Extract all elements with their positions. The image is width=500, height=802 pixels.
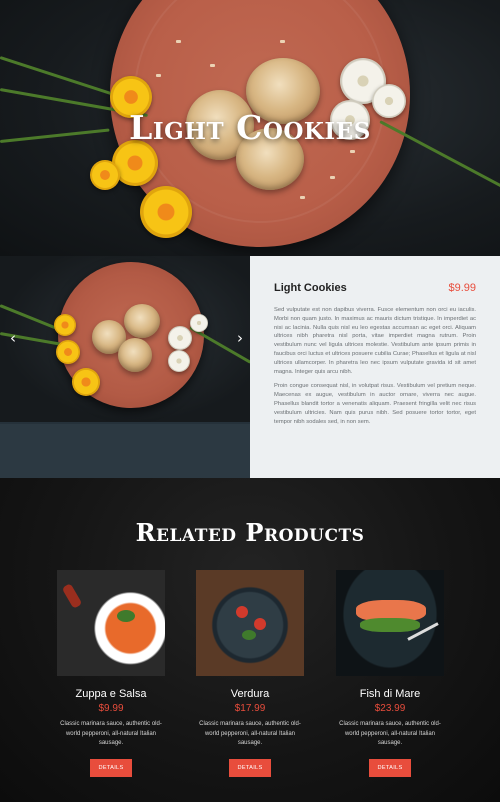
details-button[interactable]: DETAILS [229, 758, 271, 777]
crumb [280, 40, 285, 43]
product-image-fish[interactable] [336, 570, 444, 676]
crumb [176, 40, 181, 43]
hero-title: Light Cookies [129, 108, 371, 147]
details-button[interactable]: DETAILS [90, 758, 132, 777]
product-card-price: $23.99 [374, 703, 406, 714]
product-card: Verdura $17.99 Classic marinara sauce, a… [196, 570, 304, 777]
product-card: Zuppa e Salsa $9.99 Classic marinara sau… [57, 570, 165, 777]
cookie-image [124, 304, 160, 338]
product-card-name[interactable]: Verdura [196, 688, 304, 700]
white-flower [168, 350, 190, 372]
product-card-description: Classic marinara sauce, authentic old-wo… [339, 721, 441, 746]
product-card-description: Classic marinara sauce, authentic old-wo… [60, 721, 162, 746]
product-card-description: Classic marinara sauce, authentic old-wo… [199, 721, 301, 746]
product-image-salad[interactable] [196, 570, 304, 676]
product-card: Fish di Mare $23.99 Classic marinara sau… [336, 570, 444, 777]
product-card-price: $17.99 [234, 703, 266, 714]
product-card-price: $9.99 [98, 703, 124, 714]
product-info: Light Cookies $9.99 Sed vulputate est no… [250, 256, 500, 478]
white-flower [168, 326, 192, 350]
product-price: $9.99 [448, 282, 476, 294]
hero-banner: Light Cookies [0, 0, 500, 256]
product-name: Light Cookies [274, 282, 347, 294]
product-card-name[interactable]: Fish di Mare [336, 688, 444, 700]
prev-slide-arrow-icon[interactable]: ‹ [5, 328, 21, 348]
product-description: Proin congue consequat nisl, in volutpat… [274, 383, 476, 425]
gallery-band [0, 422, 250, 478]
product-gallery: ‹ › [0, 256, 250, 478]
product-photo [0, 256, 250, 422]
details-button[interactable]: DETAILS [369, 758, 411, 777]
crumb [300, 196, 305, 199]
related-products-title: Related Products [135, 518, 365, 547]
divider [0, 422, 250, 424]
crumb [330, 176, 335, 179]
daffodil-flower [72, 368, 100, 396]
crumb [156, 74, 161, 77]
daffodil-flower [140, 186, 192, 238]
daffodil-flower [56, 340, 80, 364]
product-card-name[interactable]: Zuppa e Salsa [57, 688, 165, 700]
crumb [210, 64, 215, 67]
daffodil-flower [54, 314, 76, 336]
white-flower [190, 314, 208, 332]
product-description: Sed vulputate est non dapibus viverra. F… [274, 307, 476, 375]
cookie-image [118, 338, 152, 372]
crumb [350, 150, 355, 153]
product-image-soup[interactable] [57, 570, 165, 676]
next-slide-arrow-icon[interactable]: › [232, 328, 248, 348]
product-header: Light Cookies $9.99 [274, 282, 476, 294]
related-products-section: Related Products Zuppa e Salsa $9.99 Cla… [0, 478, 500, 802]
product-section: ‹ › Light Cookies $9.99 Sed vulputate es… [0, 256, 500, 478]
daffodil-flower [90, 160, 120, 190]
